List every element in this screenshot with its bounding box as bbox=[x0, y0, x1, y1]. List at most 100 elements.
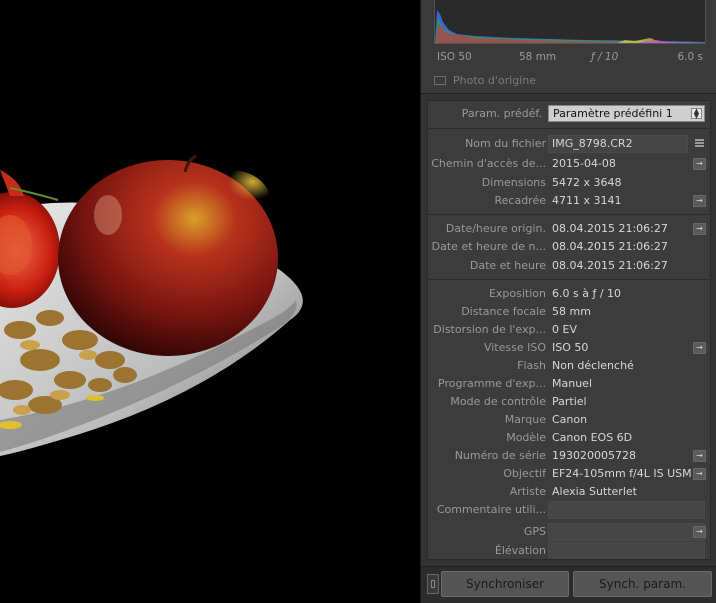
filename-value: IMG_8798.CR2 bbox=[552, 137, 633, 150]
preset-row: Param. prédéf. Paramètre prédéfini 1 ▲ ▼ bbox=[428, 103, 710, 123]
comment-field[interactable] bbox=[548, 501, 705, 519]
make-label: Marque bbox=[504, 413, 546, 426]
focal-length-value: 58 mm bbox=[552, 305, 591, 318]
serial-label: Numéro de série bbox=[454, 449, 546, 462]
row-elevation: Élévation bbox=[428, 542, 710, 559]
datetime-label: Date et heure bbox=[469, 259, 546, 272]
path-value: 2015-04-08 bbox=[552, 157, 616, 170]
row-date-original: Date/heure origin. 08.04.2015 21:06:27 → bbox=[428, 220, 710, 238]
cropped-value: 4711 x 3141 bbox=[552, 194, 622, 207]
preset-label: Param. prédéf. bbox=[461, 107, 542, 120]
row-serial: Numéro de série 193020005728 → bbox=[428, 447, 710, 465]
divider bbox=[428, 214, 710, 215]
row-cropped: Recadrée 4711 x 3141 → bbox=[428, 192, 710, 210]
row-iso: Vitesse ISO ISO 50 → bbox=[428, 339, 710, 357]
sync-button[interactable]: Synchroniser bbox=[441, 571, 569, 597]
program-label: Programme d'exp... bbox=[438, 377, 546, 390]
original-photo-toggle[interactable]: Photo d'origine bbox=[434, 73, 536, 87]
lens-label: Objectif bbox=[503, 467, 546, 480]
date-original-value: 08.04.2015 21:06:27 bbox=[552, 222, 668, 235]
row-lens: Objectif EF24-105mm f/4L IS USM → bbox=[428, 465, 710, 483]
photo-preview bbox=[0, 0, 420, 603]
row-exposure-bias: Distorsion de l'exp... 0 EV bbox=[428, 321, 710, 339]
gps-field[interactable] bbox=[548, 523, 705, 541]
metering-label: Mode de contrôle bbox=[450, 395, 546, 408]
lens-value: EF24-105mm f/4L IS USM bbox=[552, 467, 692, 480]
row-program: Programme d'exp... Manuel bbox=[428, 375, 710, 393]
metadata-panel: ISO 50 58 mm ƒ / 10 6.0 s Photo d'origin… bbox=[420, 0, 716, 603]
row-flash: Flash Non déclenché bbox=[428, 357, 710, 375]
histogram-aperture: ƒ / 10 bbox=[591, 51, 619, 63]
histogram-graph bbox=[434, 0, 706, 44]
divider bbox=[428, 279, 710, 280]
comment-label: Commentaire utili... bbox=[436, 503, 546, 516]
flash-label: Flash bbox=[517, 359, 546, 372]
go-to-arrow-icon[interactable]: → bbox=[693, 468, 706, 480]
histogram-iso: ISO 50 bbox=[437, 51, 472, 63]
go-to-arrow-icon[interactable]: → bbox=[693, 195, 706, 207]
row-filename: Nom du fichier IMG_8798.CR2 bbox=[428, 135, 710, 153]
elevation-field[interactable] bbox=[548, 542, 705, 559]
row-comment: Commentaire utili... bbox=[428, 501, 710, 519]
dimensions-value: 5472 x 3648 bbox=[552, 176, 622, 189]
exposure-bias-value: 0 EV bbox=[552, 323, 577, 336]
datetime-value: 08.04.2015 21:06:27 bbox=[552, 259, 668, 272]
dimensions-label: Dimensions bbox=[481, 176, 546, 189]
row-model: Modèle Canon EOS 6D bbox=[428, 429, 710, 447]
row-dimensions: Dimensions 5472 x 3648 bbox=[428, 174, 710, 192]
still-life-photo bbox=[0, 0, 420, 603]
iso-label: Vitesse ISO bbox=[483, 341, 546, 354]
row-path: Chemin d'accès de... 2015-04-08 → bbox=[428, 155, 710, 173]
histogram-focal-length: 58 mm bbox=[519, 51, 557, 63]
original-photo-label: Photo d'origine bbox=[453, 73, 536, 87]
sync-bar: Synchroniser Synch. param. bbox=[421, 566, 716, 603]
histogram-readouts: ISO 50 58 mm ƒ / 10 6.0 s bbox=[437, 51, 703, 65]
divider bbox=[428, 128, 710, 129]
checkbox-icon[interactable] bbox=[434, 75, 446, 85]
row-date-digitized: Date et heure de n... 08.04.2015 21:06:2… bbox=[428, 238, 710, 256]
flash-value: Non déclenché bbox=[552, 359, 634, 372]
sync-settings-button[interactable]: Synch. param. bbox=[573, 571, 712, 597]
date-original-label: Date/heure origin. bbox=[445, 222, 546, 235]
row-datetime: Date et heure 08.04.2015 21:06:27 bbox=[428, 257, 710, 275]
filename-label: Nom du fichier bbox=[465, 137, 546, 150]
auto-sync-switch[interactable] bbox=[427, 574, 439, 594]
exposure-label: Exposition bbox=[488, 287, 546, 300]
date-digitized-label: Date et heure de n... bbox=[431, 240, 546, 253]
program-value: Manuel bbox=[552, 377, 592, 390]
histogram-panel: ISO 50 58 mm ƒ / 10 6.0 s Photo d'origin… bbox=[421, 0, 716, 94]
row-metering: Mode de contrôle Partiel bbox=[428, 393, 710, 411]
artist-value: Alexia Sutterlet bbox=[552, 485, 637, 498]
row-focal-length: Distance focale 58 mm bbox=[428, 303, 710, 321]
go-to-arrow-icon[interactable]: → bbox=[693, 342, 706, 354]
go-to-arrow-icon[interactable]: → bbox=[693, 450, 706, 462]
row-gps: GPS → bbox=[428, 523, 710, 541]
cropped-label: Recadrée bbox=[494, 194, 546, 207]
serial-value: 193020005728 bbox=[552, 449, 636, 462]
metadata-list: Param. prédéf. Paramètre prédéfini 1 ▲ ▼ … bbox=[427, 100, 711, 560]
row-make: Marque Canon bbox=[428, 411, 710, 429]
preset-value: Paramètre prédéfini 1 bbox=[553, 107, 673, 120]
histogram-shutter-speed: 6.0 s bbox=[677, 51, 703, 63]
exposure-value: 6.0 s à ƒ / 10 bbox=[552, 287, 622, 300]
preset-dropdown[interactable]: Paramètre prédéfini 1 ▲ ▼ bbox=[548, 105, 705, 122]
model-label: Modèle bbox=[506, 431, 546, 444]
go-to-arrow-icon[interactable]: → bbox=[693, 526, 706, 538]
row-artist: Artiste Alexia Sutterlet bbox=[428, 483, 710, 501]
artist-label: Artiste bbox=[509, 485, 546, 498]
go-to-arrow-icon[interactable]: → bbox=[693, 223, 706, 235]
updown-caret-icon: ▲ ▼ bbox=[691, 108, 702, 120]
model-value: Canon EOS 6D bbox=[552, 431, 633, 444]
focal-length-label: Distance focale bbox=[461, 305, 546, 318]
exposure-bias-label: Distorsion de l'exp... bbox=[433, 323, 546, 336]
list-icon[interactable] bbox=[693, 138, 706, 150]
path-label: Chemin d'accès de... bbox=[431, 157, 546, 170]
make-value: Canon bbox=[552, 413, 588, 426]
iso-value: ISO 50 bbox=[552, 341, 589, 354]
date-digitized-value: 08.04.2015 21:06:27 bbox=[552, 240, 668, 253]
elevation-label: Élévation bbox=[494, 544, 546, 557]
row-exposure: Exposition 6.0 s à ƒ / 10 bbox=[428, 285, 710, 303]
gps-label: GPS bbox=[523, 525, 546, 538]
go-to-arrow-icon[interactable]: → bbox=[693, 158, 706, 170]
metering-value: Partiel bbox=[552, 395, 587, 408]
